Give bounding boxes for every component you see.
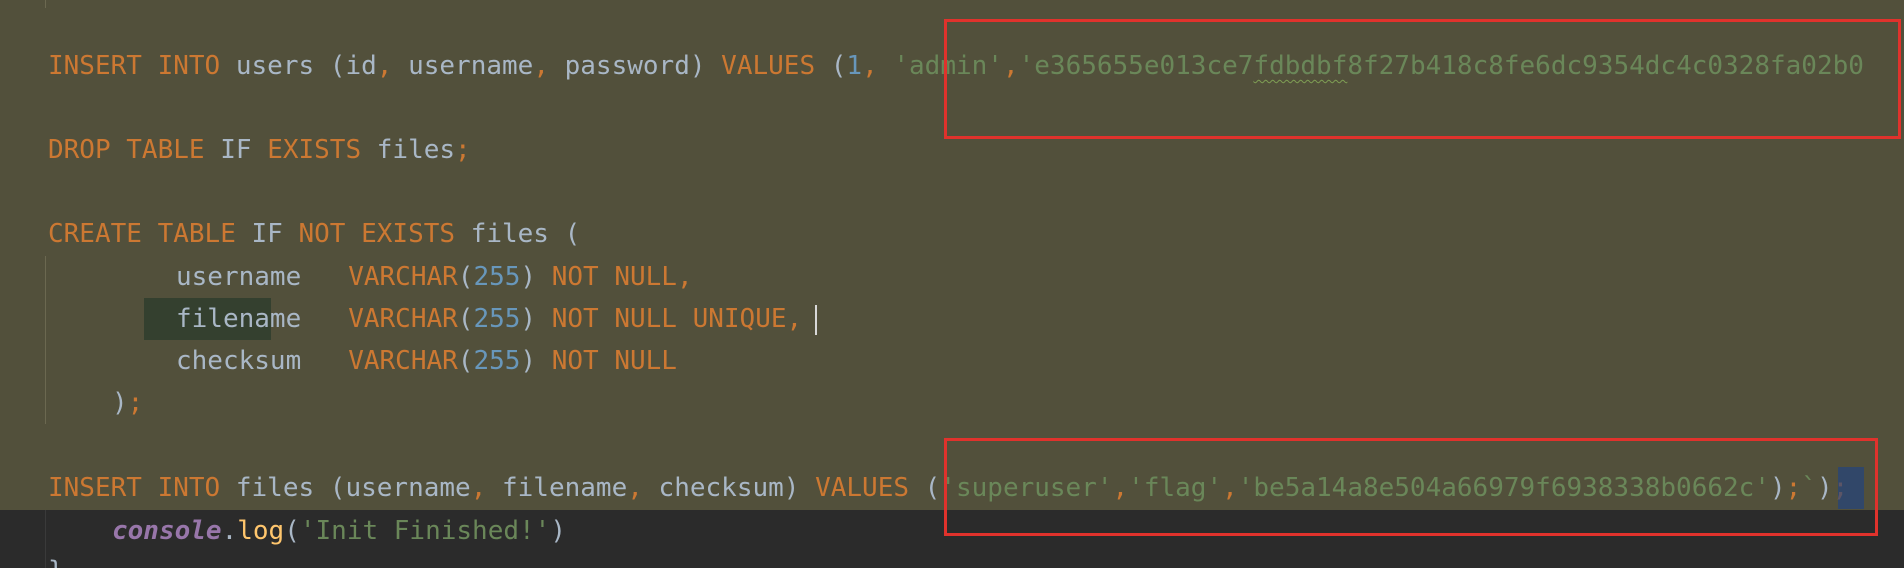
indent-guide-create-table — [45, 256, 46, 424]
type-varchar: VARCHAR — [348, 346, 458, 376]
keyword-exists: EXISTS — [267, 135, 362, 165]
semicolon: ; — [127, 388, 144, 418]
keyword-table: TABLE — [126, 135, 205, 165]
indent-guide-console — [45, 510, 46, 568]
column-checksum: checksum — [658, 473, 784, 503]
comma: , — [470, 473, 487, 503]
code-line-6[interactable]: checksum VARCHAR(255) NOT NULL — [176, 340, 677, 382]
type-varchar: VARCHAR — [348, 304, 458, 334]
code-editor[interactable]: INSERT INTO users (id, username, passwor… — [0, 0, 1904, 568]
semicolon: ; — [455, 135, 471, 165]
code-line-4[interactable]: username VARCHAR(255) NOT NULL, — [176, 256, 693, 298]
keyword-exists: EXISTS — [361, 219, 456, 249]
keyword-insert: INSERT — [48, 473, 142, 503]
keyword-drop: DROP — [48, 135, 111, 165]
size-255: 255 — [473, 304, 521, 334]
keyword-insert: INSERT — [48, 51, 142, 81]
comma: , — [862, 51, 878, 81]
column-username: username — [345, 473, 471, 503]
code-line-7[interactable]: ); — [112, 382, 143, 424]
table-files: files — [470, 219, 549, 249]
table-files: files — [235, 473, 315, 503]
paren-close: ) — [550, 516, 566, 546]
closing-brace: } — [48, 556, 64, 568]
values-open: ( — [924, 473, 941, 503]
paren-open: ( — [564, 219, 581, 249]
log-message: 'Init Finished!' — [299, 516, 551, 546]
keyword-create: CREATE — [48, 219, 142, 249]
paren-close: ) — [520, 262, 537, 292]
constraint-not-null: NOT NULL, — [551, 262, 693, 292]
column-checksum: checksum — [176, 346, 302, 376]
keyword-into: INTO — [157, 51, 221, 81]
annotation-box-flag-values — [944, 438, 1878, 536]
comma: , — [627, 473, 643, 503]
column-filename: filename — [176, 304, 302, 334]
code-line-2[interactable]: DROP TABLE IF EXISTS files; — [48, 129, 471, 171]
paren-close: ) — [112, 388, 128, 418]
keyword-into: INTO — [157, 473, 221, 503]
code-line-3[interactable]: CREATE TABLE IF NOT EXISTS files ( — [48, 213, 580, 255]
code-line-10[interactable]: } — [48, 550, 64, 568]
paren-close: ) — [520, 346, 537, 376]
comma: , — [376, 51, 393, 81]
keyword-values: VALUES — [721, 51, 816, 81]
code-line-9[interactable]: console.log('Init Finished!') — [112, 510, 566, 552]
paren-open: ( — [284, 516, 300, 546]
column-id: id — [345, 51, 377, 81]
paren-open: ( — [329, 473, 346, 503]
column-username: username — [408, 51, 534, 81]
paren-open: ( — [329, 51, 346, 81]
paren-open: ( — [457, 346, 474, 376]
size-255: 255 — [473, 346, 521, 376]
paren-open: ( — [457, 304, 474, 334]
paren-close: ) — [520, 304, 537, 334]
constraint-not-null: NOT NULL — [551, 346, 677, 376]
type-varchar: VARCHAR — [348, 262, 458, 292]
value-id: 1 — [846, 51, 863, 81]
keyword-if: IF — [220, 135, 252, 165]
keyword-values: VALUES — [815, 473, 910, 503]
values-open: ( — [830, 51, 847, 81]
code-line-5[interactable]: filename VARCHAR(255) NOT NULL UNIQUE, — [176, 298, 802, 340]
paren-close: ) — [689, 51, 706, 81]
method-log: log — [237, 516, 285, 546]
text-caret — [815, 305, 817, 335]
column-username: username — [176, 262, 302, 292]
table-users: users — [235, 51, 315, 81]
indent-guide-top — [45, 0, 46, 8]
keyword-if: IF — [251, 219, 283, 249]
column-filename: filename — [502, 473, 628, 503]
comma: , — [533, 51, 549, 81]
paren-open: ( — [457, 262, 474, 292]
console-object: console — [112, 516, 222, 546]
table-files: files — [376, 135, 456, 165]
keyword-not: NOT — [298, 219, 346, 249]
paren-close: ) — [783, 473, 800, 503]
dot: . — [221, 516, 238, 546]
keyword-table: TABLE — [157, 219, 236, 249]
column-password: password — [564, 51, 690, 81]
size-255: 255 — [473, 262, 521, 292]
annotation-box-admin-hash — [944, 19, 1901, 139]
constraint-not-null-unique: NOT NULL UNIQUE, — [551, 304, 803, 334]
